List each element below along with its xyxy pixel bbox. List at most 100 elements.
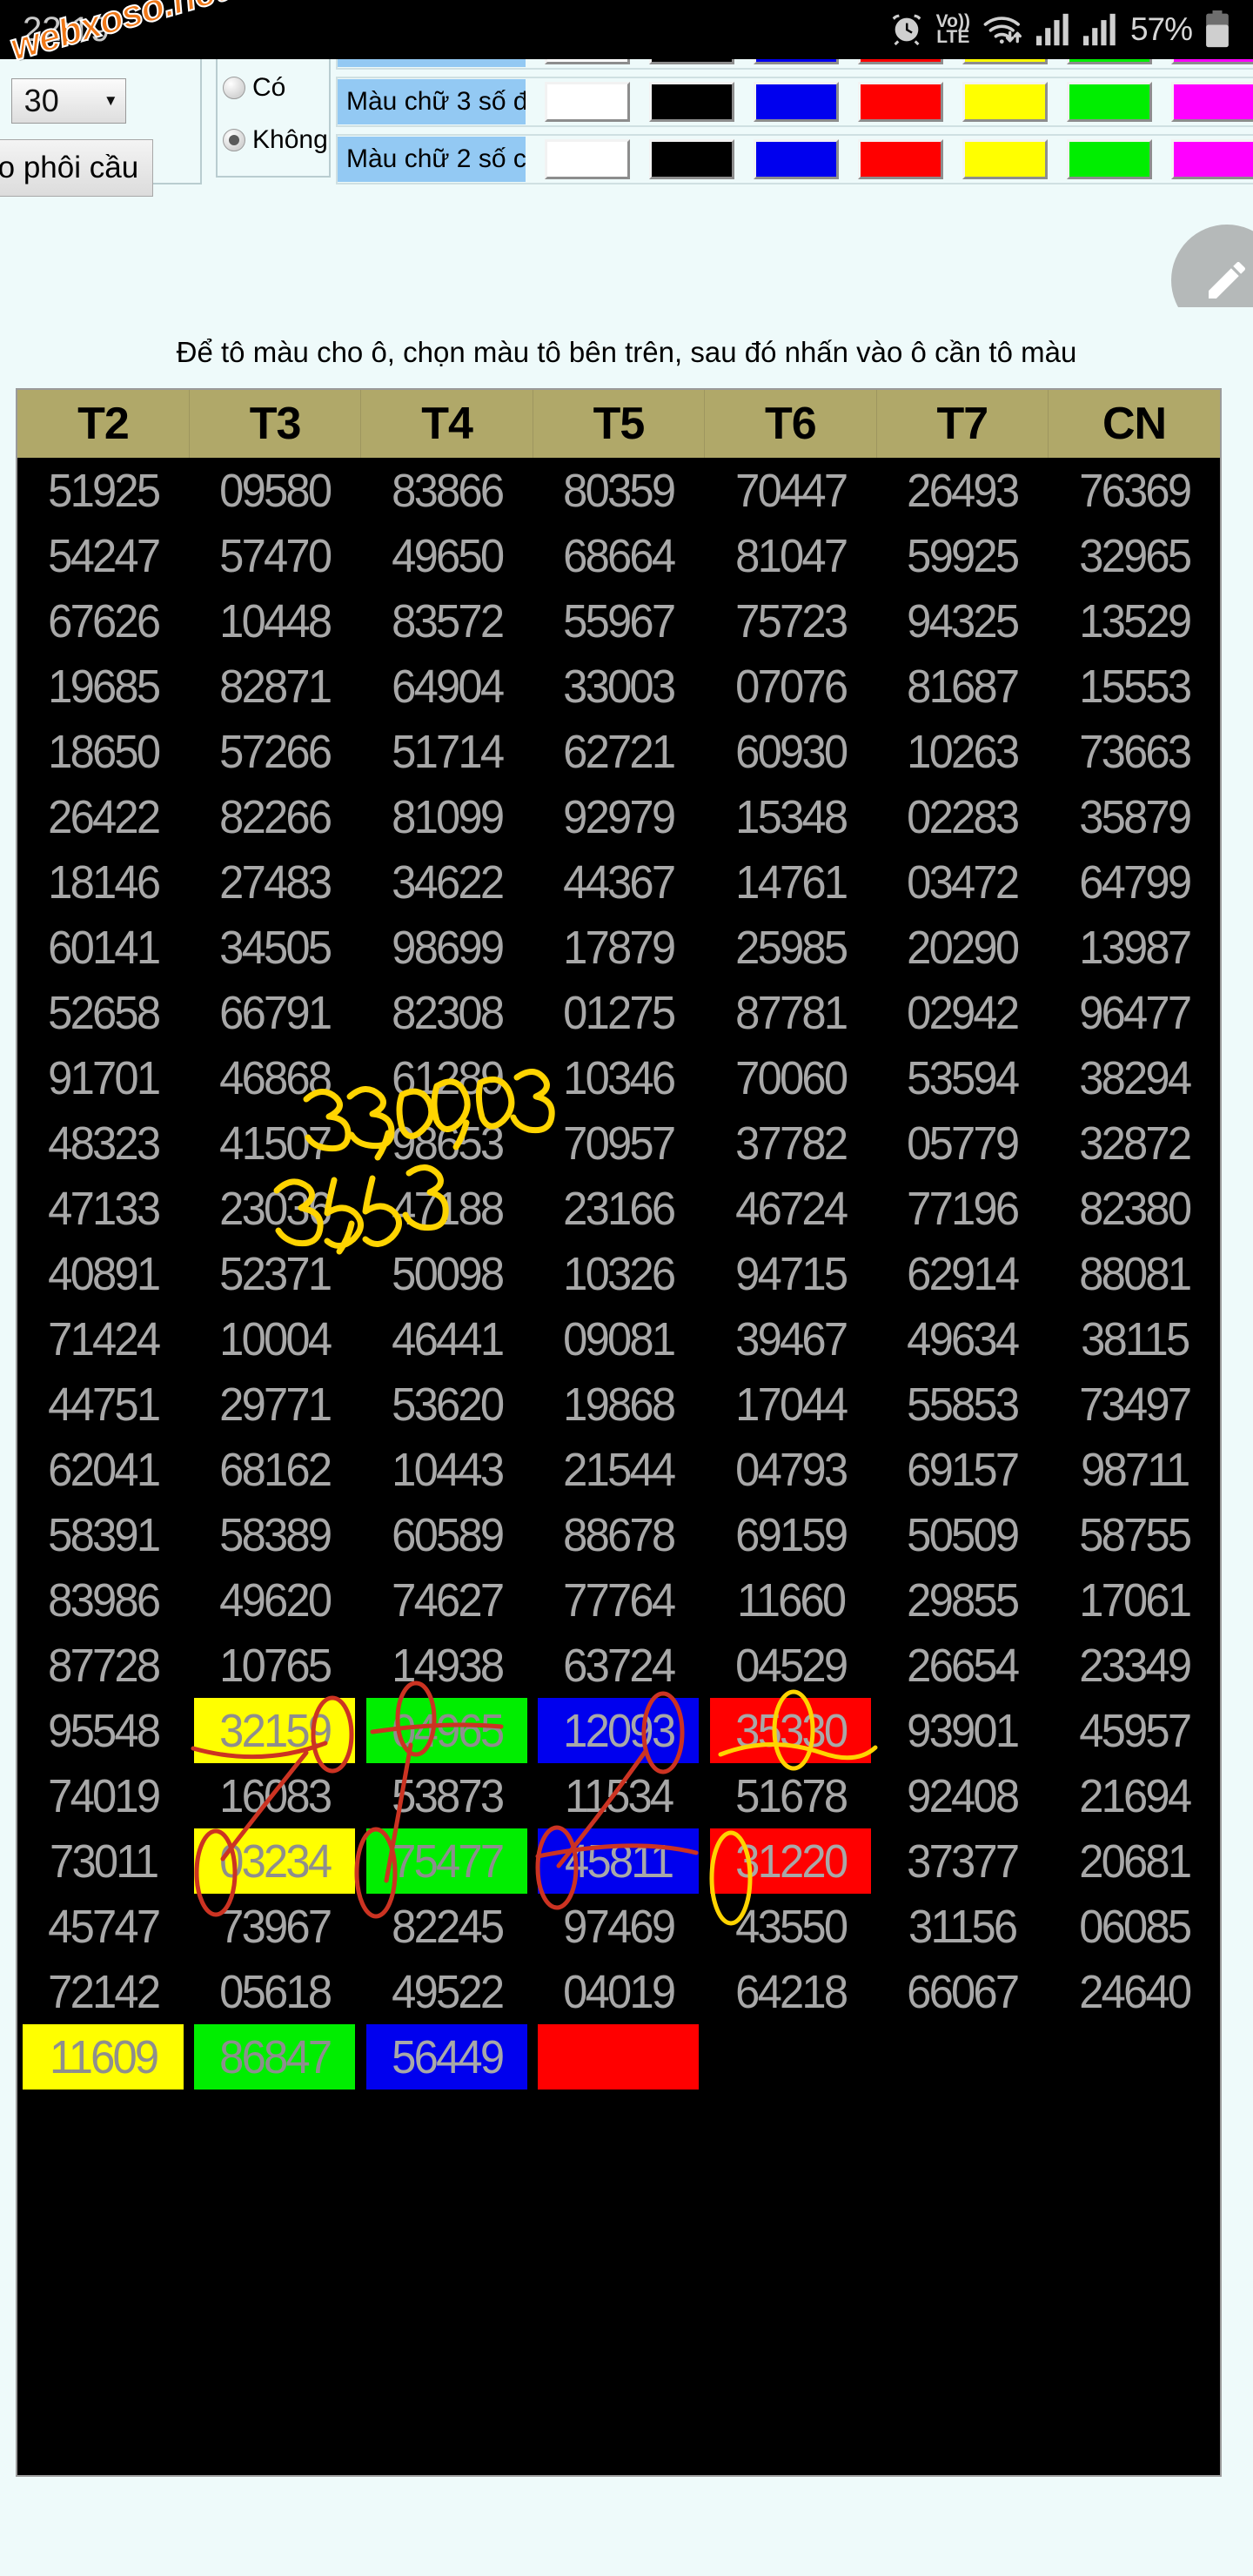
grid-cell-t2-17[interactable]: 83986 — [22, 1567, 184, 1633]
grid-cell-t3-17[interactable]: 49620 — [194, 1567, 356, 1633]
swatch-black[interactable] — [649, 59, 734, 64]
grid-cell-t7-12[interactable]: 62914 — [881, 1241, 1043, 1306]
grid-cell-t6-1[interactable]: 81047 — [709, 523, 872, 588]
grid-cell-t7-18[interactable]: 26654 — [881, 1633, 1043, 1698]
font-size-select[interactable]: 30 ▼ — [10, 78, 126, 124]
column-header-t3[interactable]: T3 — [189, 390, 362, 458]
swatch-blue[interactable] — [754, 139, 839, 179]
grid-cell-cn-9[interactable]: 38294 — [1053, 1045, 1216, 1110]
grid-cell-cn-14[interactable]: 73497 — [1053, 1372, 1216, 1437]
grid-cell-t4-10[interactable]: 98653 — [365, 1110, 528, 1176]
grid-cell-t2-16[interactable]: 58391 — [22, 1502, 184, 1567]
grid-cell-t6-19[interactable]: 35330 — [709, 1698, 872, 1763]
grid-cell-t6-3[interactable]: 07076 — [709, 654, 872, 719]
grid-cell-cn-18[interactable]: 23349 — [1053, 1633, 1216, 1698]
create-template-button[interactable]: Tạo phôi cầu — [0, 139, 153, 197]
grid-cell-t3-2[interactable]: 10448 — [194, 588, 356, 654]
grid-cell-t2-2[interactable]: 67626 — [22, 588, 184, 654]
grid-cell-t4-8[interactable]: 82308 — [365, 980, 528, 1045]
grid-cell-t2-20[interactable]: 74019 — [22, 1763, 184, 1828]
grid-cell-t3-13[interactable]: 10004 — [194, 1306, 356, 1372]
grid-cell-t6-12[interactable]: 94715 — [709, 1241, 872, 1306]
grid-cell-t2-8[interactable]: 52658 — [22, 980, 184, 1045]
grid-cell-t4-24[interactable]: 56449 — [365, 2024, 528, 2090]
grid-option-no[interactable]: Không — [223, 125, 328, 155]
grid-cell-t7-11[interactable]: 77196 — [881, 1176, 1043, 1241]
grid-cell-t5-24[interactable] — [538, 2024, 700, 2090]
grid-cell-t3-3[interactable]: 82871 — [194, 654, 356, 719]
grid-cell-t3-20[interactable]: 16083 — [194, 1763, 356, 1828]
grid-cell-t7-6[interactable]: 03472 — [881, 849, 1043, 915]
swatch-black[interactable] — [649, 139, 734, 179]
grid-cell-t7-5[interactable]: 02283 — [881, 784, 1043, 849]
grid-cell-t4-7[interactable]: 98699 — [365, 915, 528, 980]
grid-cell-t7-22[interactable]: 31156 — [881, 1894, 1043, 1959]
swatch-magenta[interactable] — [1171, 139, 1253, 179]
grid-cell-t3-19[interactable]: 32159 — [194, 1698, 356, 1763]
grid-cell-cn-7[interactable]: 13987 — [1053, 915, 1216, 980]
grid-cell-cn-4[interactable]: 73663 — [1053, 719, 1216, 784]
grid-cell-cn-17[interactable]: 17061 — [1053, 1567, 1216, 1633]
grid-cell-t4-4[interactable]: 51714 — [365, 719, 528, 784]
grid-cell-t4-22[interactable]: 82245 — [365, 1894, 528, 1959]
swatch-red[interactable] — [858, 59, 943, 64]
swatch-black[interactable] — [649, 82, 734, 122]
grid-cell-t3-14[interactable]: 29771 — [194, 1372, 356, 1437]
grid-cell-t2-12[interactable]: 40891 — [22, 1241, 184, 1306]
grid-cell-t5-9[interactable]: 10346 — [538, 1045, 700, 1110]
grid-cell-t5-13[interactable]: 09081 — [538, 1306, 700, 1372]
grid-cell-t5-23[interactable]: 04019 — [538, 1959, 700, 2024]
grid-cell-t2-19[interactable]: 95548 — [22, 1698, 184, 1763]
grid-cell-t7-10[interactable]: 05779 — [881, 1110, 1043, 1176]
grid-cell-t6-10[interactable]: 37782 — [709, 1110, 872, 1176]
number-grid-container[interactable]: T2 T3 T4 T5 T6 T7 CN 51925 09580 83866 8035… — [16, 388, 1222, 2477]
grid-cell-t7-4[interactable]: 10263 — [881, 719, 1043, 784]
grid-cell-t3-10[interactable]: 41507 — [194, 1110, 356, 1176]
grid-cell-t3-7[interactable]: 34505 — [194, 915, 356, 980]
grid-cell-t6-7[interactable]: 25985 — [709, 915, 872, 980]
grid-cell-t3-24[interactable]: 86847 — [194, 2024, 356, 2090]
grid-cell-t7-2[interactable]: 94325 — [881, 588, 1043, 654]
grid-cell-t5-3[interactable]: 33003 — [538, 654, 700, 719]
grid-cell-cn-10[interactable]: 32872 — [1053, 1110, 1216, 1176]
grid-cell-t7-19[interactable]: 93901 — [881, 1698, 1043, 1763]
grid-cell-cn-19[interactable]: 45957 — [1053, 1698, 1216, 1763]
grid-cell-t7-7[interactable]: 20290 — [881, 915, 1043, 980]
grid-cell-t5-11[interactable]: 23166 — [538, 1176, 700, 1241]
grid-cell-t6-22[interactable]: 43550 — [709, 1894, 872, 1959]
grid-cell-t3-0[interactable]: 09580 — [194, 458, 356, 523]
swatch-green[interactable] — [1067, 59, 1152, 64]
grid-cell-t3-9[interactable]: 46868 — [194, 1045, 356, 1110]
grid-cell-cn-22[interactable]: 06085 — [1053, 1894, 1216, 1959]
grid-cell-t5-0[interactable]: 80359 — [538, 458, 700, 523]
grid-cell-t7-15[interactable]: 69157 — [881, 1437, 1043, 1502]
grid-cell-t5-19[interactable]: 12093 — [538, 1698, 700, 1763]
grid-cell-t5-21[interactable]: 45811 — [538, 1828, 700, 1894]
grid-cell-cn-3[interactable]: 15553 — [1053, 654, 1216, 719]
grid-cell-t4-3[interactable]: 64904 — [365, 654, 528, 719]
grid-cell-t2-3[interactable]: 19685 — [22, 654, 184, 719]
grid-cell-t7-17[interactable]: 29855 — [881, 1567, 1043, 1633]
grid-cell-t2-11[interactable]: 47133 — [22, 1176, 184, 1241]
grid-cell-cn-15[interactable]: 98711 — [1053, 1437, 1216, 1502]
grid-cell-t4-18[interactable]: 14938 — [365, 1633, 528, 1698]
grid-cell-t2-9[interactable]: 91701 — [22, 1045, 184, 1110]
swatch-blue[interactable] — [754, 59, 839, 64]
grid-cell-t5-5[interactable]: 92979 — [538, 784, 700, 849]
grid-cell-t5-10[interactable]: 70957 — [538, 1110, 700, 1176]
column-header-t5[interactable]: T5 — [533, 390, 706, 458]
grid-cell-t6-4[interactable]: 60930 — [709, 719, 872, 784]
grid-cell-t4-6[interactable]: 34622 — [365, 849, 528, 915]
grid-cell-cn-1[interactable]: 32965 — [1053, 523, 1216, 588]
grid-cell-t4-2[interactable]: 83572 — [365, 588, 528, 654]
grid-cell-t7-9[interactable]: 53594 — [881, 1045, 1043, 1110]
grid-cell-t6-24[interactable] — [709, 2024, 872, 2090]
grid-cell-t7-24[interactable] — [881, 2024, 1043, 2090]
grid-cell-t5-8[interactable]: 01275 — [538, 980, 700, 1045]
grid-option-yes[interactable]: Có — [223, 73, 285, 103]
grid-cell-t6-15[interactable]: 04793 — [709, 1437, 872, 1502]
grid-cell-t2-0[interactable]: 51925 — [22, 458, 184, 523]
grid-cell-t5-1[interactable]: 68664 — [538, 523, 700, 588]
grid-cell-t3-18[interactable]: 10765 — [194, 1633, 356, 1698]
grid-cell-t5-14[interactable]: 19868 — [538, 1372, 700, 1437]
